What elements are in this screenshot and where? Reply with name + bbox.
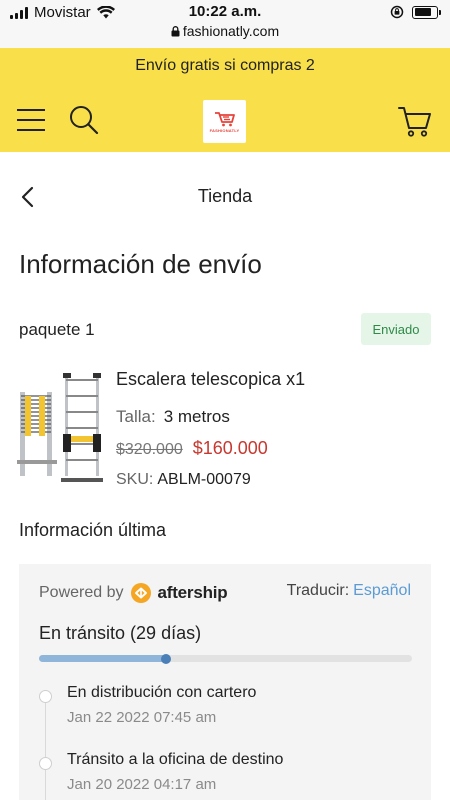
status-badge: Enviado <box>361 313 431 345</box>
orientation-lock-icon <box>390 5 404 19</box>
sku-label: SKU: <box>116 471 154 488</box>
powered-by[interactable]: Powered by aftership <box>39 582 228 604</box>
price-group: $320.000 $160.000 <box>116 438 268 459</box>
site-header: Envío gratis si compras 2 FASHIONATLY <box>0 48 450 152</box>
product-image[interactable] <box>17 370 105 486</box>
site-logo[interactable]: FASHIONATLY <box>203 100 246 143</box>
event-date: Jan 22 2022 07:45 am <box>67 709 217 726</box>
product-sku: SKU: ABLM-00079 <box>116 471 251 489</box>
sku-value: ABLM-00079 <box>157 471 251 488</box>
sale-price: $160.000 <box>192 438 268 458</box>
menu-icon[interactable] <box>17 108 45 132</box>
event-title: En distribución con cartero <box>67 684 257 701</box>
status-right <box>390 5 441 19</box>
status-bar: Movistar 10:22 a.m. fashionatly.com <box>0 0 450 48</box>
aftership-logo-icon <box>130 583 151 603</box>
nav-title: Tienda <box>197 186 253 206</box>
event-date: Jan 20 2022 04:17 am <box>67 776 217 793</box>
language-link[interactable]: Español <box>353 582 411 600</box>
tracking-section-title: Información última <box>19 520 167 540</box>
address-bar[interactable]: fashionatly.com <box>0 23 450 39</box>
search-icon[interactable] <box>68 104 100 136</box>
logo-cart-icon <box>214 111 235 126</box>
timeline-dot <box>39 690 52 703</box>
product-size: Talla: 3 metros <box>116 407 230 427</box>
logo-text: FASHIONATLY <box>209 127 240 133</box>
tracking-progress-bar <box>39 653 412 664</box>
tracking-card: Powered by aftership Traducir: Español E… <box>19 564 431 800</box>
clock: 10:22 a.m. <box>188 3 262 20</box>
timeline-dot <box>39 757 52 770</box>
progress-marker <box>160 653 171 664</box>
url-text: fashionatly.com <box>182 23 280 39</box>
powered-by-label: Powered by <box>39 584 124 601</box>
translate-control: Traducir: Español <box>287 582 411 600</box>
timeline-line <box>45 692 46 800</box>
transit-status: En tránsito (29 días) <box>39 623 202 643</box>
event-title: Tránsito a la oficina de destino <box>67 751 284 768</box>
page-title: Información de envío <box>19 249 262 279</box>
old-price: $320.000 <box>116 441 183 458</box>
lock-icon <box>171 26 180 37</box>
progress-fill <box>39 655 166 662</box>
package-label: paquete 1 <box>19 320 95 339</box>
promo-banner: Envío gratis si compras 2 <box>135 57 315 74</box>
size-value: 3 metros <box>163 407 230 426</box>
aftership-wordmark: aftership <box>157 583 228 602</box>
battery-icon <box>412 5 441 19</box>
size-label: Talla: <box>116 407 156 426</box>
translate-label: Traducir: <box>286 582 350 599</box>
cart-icon[interactable] <box>398 104 432 138</box>
product-name[interactable]: Escalera telescopica x1 <box>116 369 305 390</box>
